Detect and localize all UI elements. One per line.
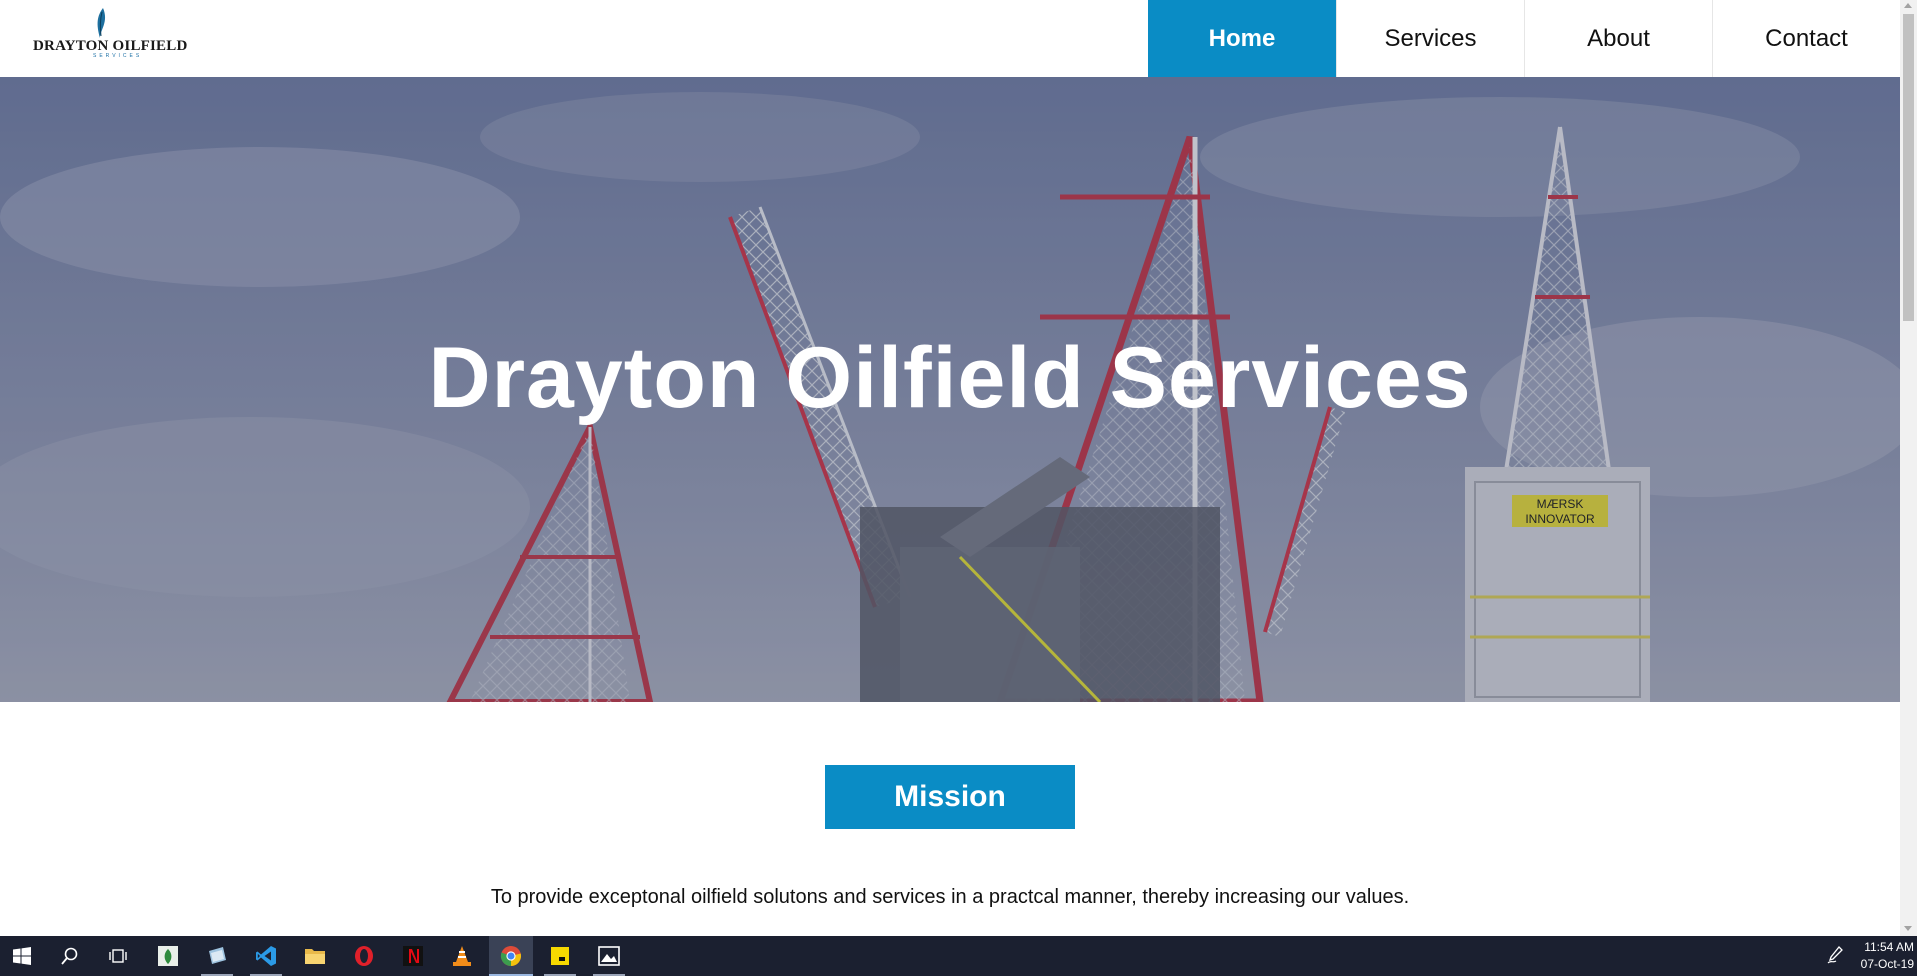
vscode-icon[interactable] — [244, 936, 288, 976]
mission-text: To provide exceptonal oilfield solutons … — [490, 886, 1410, 908]
windows-taskbar: 11:54 AM 07-Oct-19 — [0, 936, 1917, 976]
pen-workspace-icon[interactable] — [1827, 946, 1843, 964]
windows-start-icon[interactable] — [0, 936, 44, 976]
nav-home[interactable]: Home — [1148, 0, 1336, 77]
scroll-up-arrow-icon[interactable] — [1904, 3, 1912, 8]
mission-button[interactable]: Mission — [825, 765, 1075, 829]
site-logo[interactable]: DRAYTON OILFIELD SERVICES — [30, 0, 210, 77]
nav-about[interactable]: About — [1524, 0, 1712, 77]
netflix-icon[interactable] — [391, 936, 435, 976]
logo-subtitle: SERVICES — [93, 53, 143, 59]
sticky-notes-icon[interactable] — [538, 936, 582, 976]
clock-date: 07-Oct-19 — [1860, 957, 1914, 971]
web-page: DRAYTON OILFIELD SERVICES Home Services … — [0, 0, 1900, 936]
chrome-icon[interactable] — [489, 936, 533, 976]
paint-app-icon[interactable] — [195, 936, 239, 976]
clock-time: 11:54 AM — [1864, 940, 1914, 954]
browser-viewport: DRAYTON OILFIELD SERVICES Home Services … — [0, 0, 1917, 936]
vlc-icon[interactable] — [440, 936, 484, 976]
system-clock[interactable]: 11:54 AM 07-Oct-19 — [1856, 939, 1914, 973]
nav-contact[interactable]: Contact — [1712, 0, 1900, 77]
opera-icon[interactable] — [342, 936, 386, 976]
file-explorer-icon[interactable] — [293, 936, 337, 976]
scroll-down-arrow-icon[interactable] — [1904, 926, 1912, 931]
page-scrollbar[interactable] — [1900, 0, 1917, 936]
hero-title: Drayton Oilfield Services — [428, 330, 1472, 426]
task-view-icon[interactable] — [96, 936, 140, 976]
nav-services[interactable]: Services — [1336, 0, 1524, 77]
hero-banner: MÆRSK INNOVATOR Drayton Oilfield Service… — [0, 77, 1900, 702]
logo-leaf-icon — [97, 8, 106, 38]
main-nav: Home Services About Contact — [1148, 0, 1900, 77]
scrollbar-thumb[interactable] — [1903, 14, 1914, 321]
sheets-app-icon[interactable] — [146, 936, 190, 976]
search-icon[interactable] — [48, 936, 92, 976]
photos-icon[interactable] — [587, 936, 631, 976]
site-header: DRAYTON OILFIELD SERVICES Home Services … — [0, 0, 1900, 77]
